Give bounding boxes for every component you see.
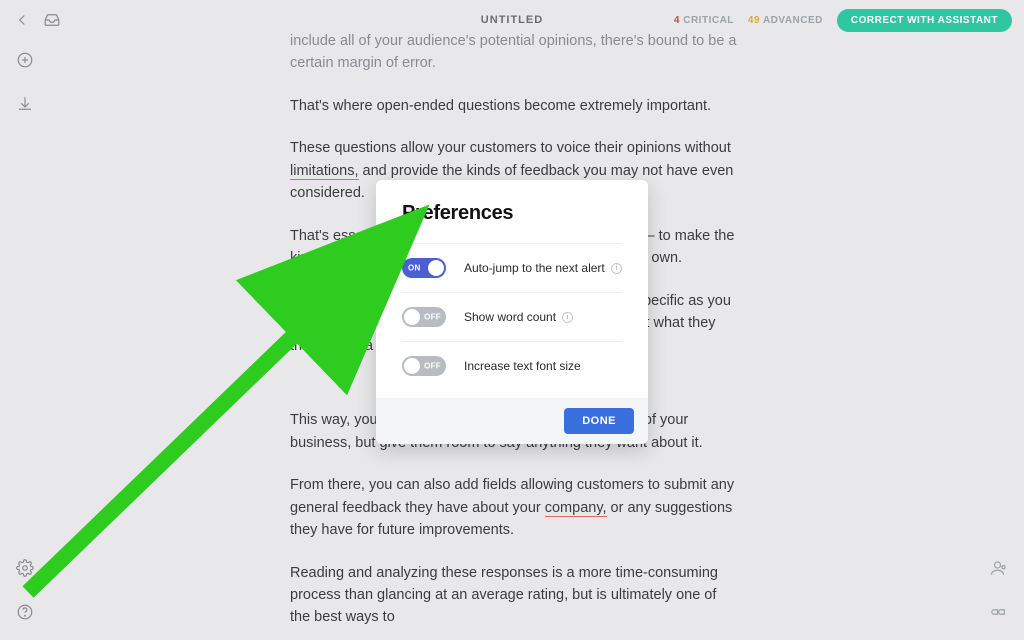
inbox-icon[interactable] [42,10,62,30]
download-icon[interactable] [15,94,35,114]
pref-label: Auto-jump to the next alert i [464,261,622,275]
pref-row-fontsize: OFF Increase text font size [402,341,622,390]
info-icon[interactable]: i [611,263,622,274]
header-left [12,10,62,30]
paragraph[interactable]: Reading and analyzing these responses is… [290,562,740,629]
advanced-count[interactable]: 49 ADVANCED [748,15,823,26]
person-icon[interactable] [989,558,1009,578]
info-icon[interactable]: i [562,312,573,323]
paragraph[interactable]: From there, you can also add fields allo… [290,474,740,541]
help-icon[interactable] [15,602,35,622]
done-button[interactable]: DONE [564,408,634,434]
add-icon[interactable] [15,50,35,70]
critical-count[interactable]: 4 CRITICAL [674,15,734,26]
pref-row-autojump: ON Auto-jump to the next alert i [402,243,622,292]
error-underline[interactable]: limitations, [290,163,359,180]
back-chevron-icon[interactable] [12,10,32,30]
pref-label: Show word count i [464,310,573,324]
quote-icon[interactable] [989,602,1009,622]
paragraph[interactable]: include all of your audience's potential… [290,30,740,75]
right-sidebar [974,558,1024,640]
correct-with-assistant-button[interactable]: CORRECT WITH ASSISTANT [837,9,1012,32]
dialog-footer: DONE [376,398,648,444]
preferences-dialog: Preferences ON Auto-jump to the next ale… [376,180,648,444]
error-underline[interactable]: company, [545,500,607,517]
document-title: UNTITLED [481,14,543,26]
toggle-autojump[interactable]: ON [402,258,446,278]
toggle-fontsize[interactable]: OFF [402,356,446,376]
paragraph[interactable]: That's where open-ended questions become… [290,95,740,117]
pref-row-wordcount: OFF Show word count i [402,292,622,341]
left-sidebar [0,40,50,640]
settings-gear-icon[interactable] [15,558,35,578]
toggle-wordcount[interactable]: OFF [402,307,446,327]
pref-label: Increase text font size [464,359,581,373]
header-right: 4 CRITICAL 49 ADVANCED CORRECT WITH ASSI… [674,9,1012,32]
dialog-title: Preferences [402,202,622,225]
